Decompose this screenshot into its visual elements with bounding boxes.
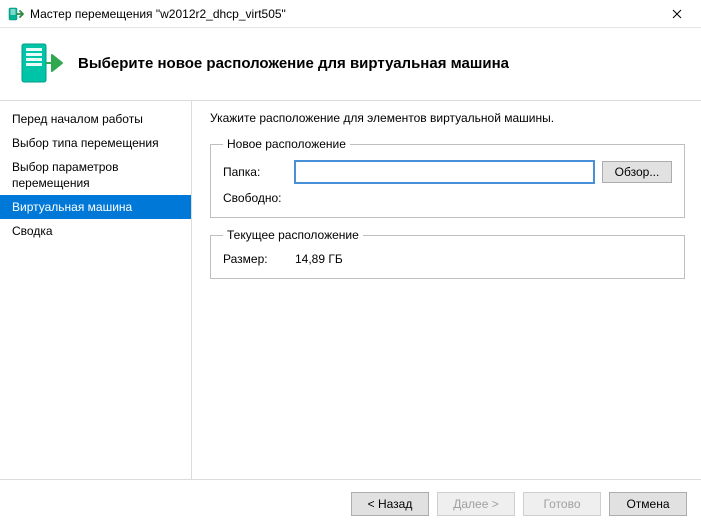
cancel-button[interactable]: Отмена (609, 492, 687, 516)
step-before-you-begin[interactable]: Перед началом работы (0, 107, 191, 131)
browse-button[interactable]: Обзор... (602, 161, 672, 183)
wizard-steps-sidebar: Перед началом работы Выбор типа перемеще… (0, 101, 192, 479)
back-button[interactable]: < Назад (351, 492, 429, 516)
wizard-header: Выберите новое расположение для виртуаль… (0, 28, 701, 101)
page-title: Выберите новое расположение для виртуаль… (78, 55, 509, 72)
step-choose-move-type[interactable]: Выбор типа перемещения (0, 131, 191, 155)
wizard-window: Мастер перемещения "w2012r2_dhcp_virt505… (0, 0, 701, 530)
wizard-body: Перед началом работы Выбор типа перемеще… (0, 101, 701, 479)
new-location-legend: Новое расположение (223, 137, 350, 151)
server-move-icon (18, 40, 64, 86)
close-button[interactable] (657, 0, 697, 28)
new-location-group: Новое расположение Папка: Обзор... Свобо… (210, 137, 685, 218)
folder-input[interactable] (295, 161, 594, 183)
step-choose-move-options[interactable]: Выбор параметров перемещения (0, 155, 191, 195)
titlebar: Мастер перемещения "w2012r2_dhcp_virt505… (0, 0, 701, 28)
instruction-text: Укажите расположение для элементов вирту… (210, 111, 685, 125)
step-virtual-machine[interactable]: Виртуальная машина (0, 195, 191, 219)
current-location-legend: Текущее расположение (223, 228, 363, 242)
size-label: Размер: (223, 252, 295, 266)
step-summary[interactable]: Сводка (0, 219, 191, 243)
current-location-group: Текущее расположение Размер: 14,89 ГБ (210, 228, 685, 279)
wizard-content: Укажите расположение для элементов вирту… (192, 101, 701, 479)
wizard-footer: < Назад Далее > Готово Отмена (0, 479, 701, 530)
next-button[interactable]: Далее > (437, 492, 515, 516)
app-icon (8, 6, 24, 22)
folder-label: Папка: (223, 165, 295, 179)
free-space-label: Свободно: (223, 191, 295, 205)
finish-button[interactable]: Готово (523, 492, 601, 516)
size-value: 14,89 ГБ (295, 252, 343, 266)
window-title: Мастер перемещения "w2012r2_dhcp_virt505… (30, 7, 657, 21)
